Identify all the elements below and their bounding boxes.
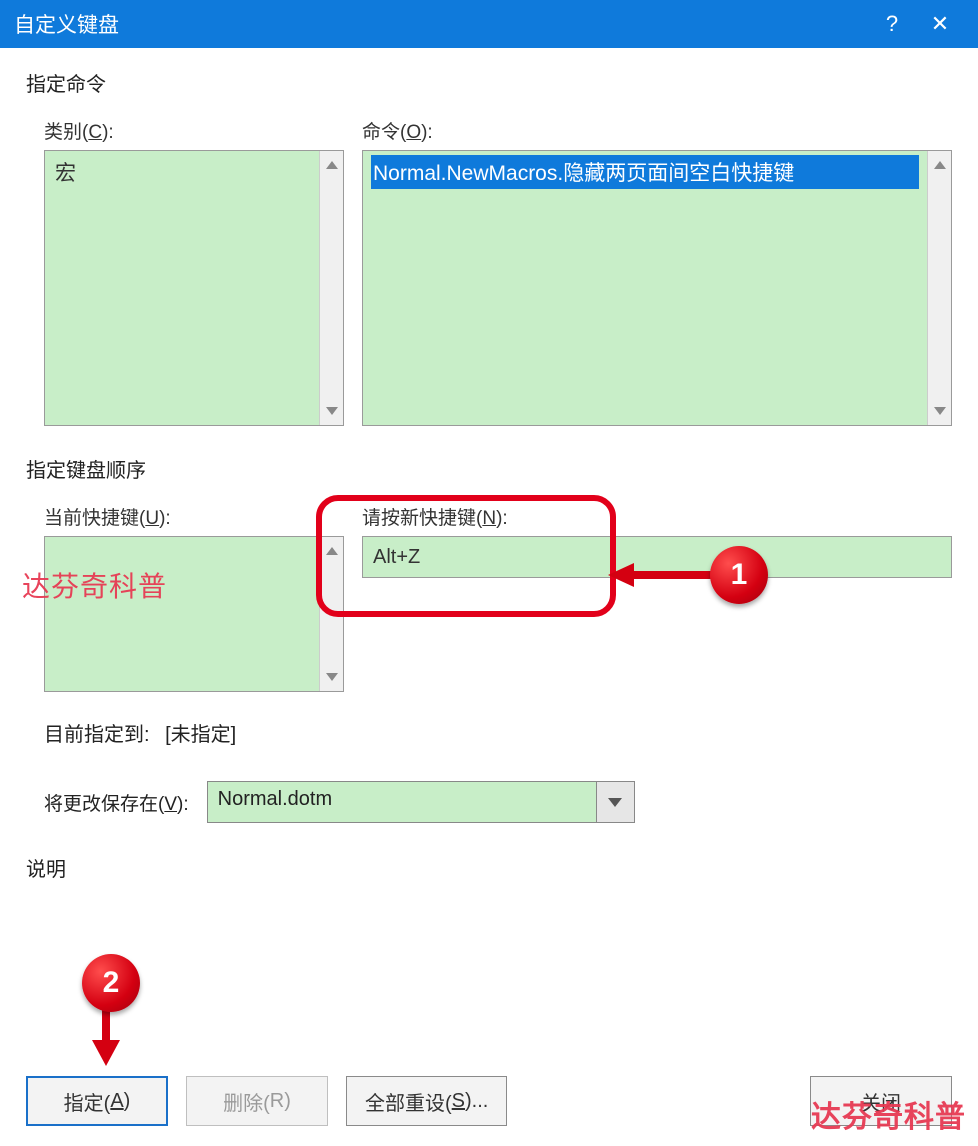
category-item[interactable]: 宏 [53, 155, 311, 189]
current-keys-column: 当前快捷键(U): [44, 503, 344, 692]
annotation-callout-2: 2 [82, 954, 140, 1012]
section-description: 说明 [26, 853, 952, 882]
scroll-down-icon[interactable] [928, 397, 951, 425]
assigned-to-value: [未指定] [165, 724, 236, 746]
category-scrollbar[interactable] [319, 151, 343, 425]
commands-label: 命令(O): [362, 117, 952, 144]
assign-button[interactable]: 指定(A) [26, 1076, 168, 1126]
save-in-row: 将更改保存在(V): Normal.dotm [44, 781, 952, 823]
new-key-column: 请按新快捷键(N): [362, 503, 952, 692]
remove-button: 删除(R) [186, 1076, 328, 1126]
scroll-down-icon[interactable] [320, 663, 343, 691]
commands-column: 命令(O): Normal.NewMacros.隐藏两页面间空白快捷键 [362, 117, 952, 426]
assigned-to-row: 目前指定到: [未指定] [44, 718, 952, 747]
dialog-body: 指定命令 类别(C): 宏 [0, 48, 978, 900]
current-keys-scrollbar[interactable] [319, 537, 343, 691]
current-keys-label: 当前快捷键(U): [44, 503, 344, 530]
command-item[interactable]: Normal.NewMacros.隐藏两页面间空白快捷键 [371, 155, 919, 189]
save-in-label: 将更改保存在(V): [44, 789, 189, 816]
row-keys: 当前快捷键(U): 请按新快捷键(N): [44, 503, 952, 692]
section-specify-sequence: 指定键盘顺序 [26, 454, 952, 483]
category-listbox[interactable]: 宏 [44, 150, 344, 426]
row-category-commands: 类别(C): 宏 [44, 117, 952, 426]
section-specify-command: 指定命令 [26, 68, 952, 97]
scroll-up-icon[interactable] [320, 537, 343, 565]
save-in-value: Normal.dotm [208, 782, 596, 822]
close-button[interactable]: ✕ [916, 0, 964, 48]
commands-scrollbar[interactable] [927, 151, 951, 425]
commands-listbox[interactable]: Normal.NewMacros.隐藏两页面间空白快捷键 [362, 150, 952, 426]
scroll-down-icon[interactable] [320, 397, 343, 425]
assigned-to-label: 目前指定到: [44, 724, 150, 746]
close-dialog-button[interactable]: 关闭 [810, 1076, 952, 1126]
category-label: 类别(C): [44, 117, 344, 144]
help-button[interactable]: ? [868, 0, 916, 48]
new-key-label: 请按新快捷键(N): [362, 503, 952, 530]
reset-all-button[interactable]: 全部重设(S)... [346, 1076, 507, 1126]
button-row: 指定(A) 删除(R) 全部重设(S)... 关闭 [20, 1076, 958, 1126]
scroll-up-icon[interactable] [928, 151, 951, 179]
window-title: 自定义键盘 [14, 9, 868, 39]
annotation-arrow-2 [86, 992, 126, 1066]
current-keys-listbox[interactable] [44, 536, 344, 692]
scroll-up-icon[interactable] [320, 151, 343, 179]
new-key-input[interactable] [362, 536, 952, 578]
titlebar: 自定义键盘 ? ✕ [0, 0, 978, 48]
chevron-down-icon[interactable] [596, 782, 634, 822]
category-column: 类别(C): 宏 [44, 117, 344, 426]
save-in-combo[interactable]: Normal.dotm [207, 781, 635, 823]
